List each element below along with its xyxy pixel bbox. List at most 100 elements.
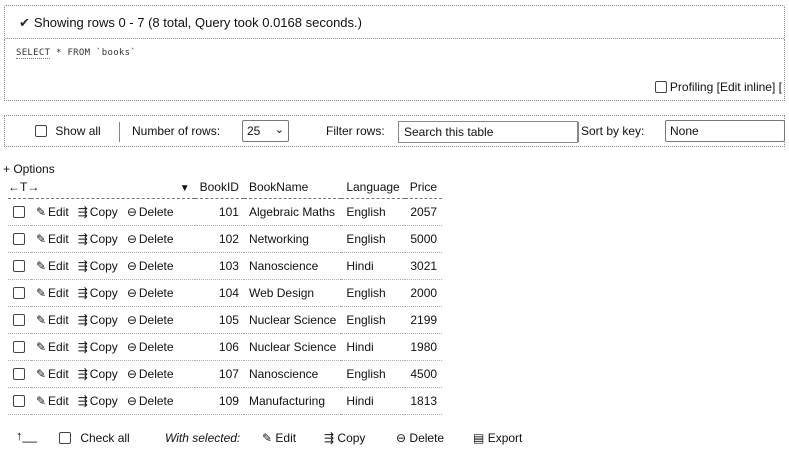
- row-delete-label[interactable]: Delete: [139, 205, 174, 219]
- row-delete-label[interactable]: Delete: [139, 259, 174, 273]
- row-checkbox[interactable]: [13, 205, 25, 218]
- row-copy-button[interactable]: ⇶ Copy: [78, 340, 118, 354]
- edit-inline-link[interactable]: [Edit inline]: [717, 80, 776, 94]
- row-checkbox[interactable]: [13, 340, 25, 353]
- cell-bookname[interactable]: Nanoscience: [243, 252, 342, 280]
- row-delete-button[interactable]: ⊖ Delete: [127, 394, 174, 408]
- sql-select-keyword[interactable]: SELECT: [16, 48, 51, 59]
- row-copy-button[interactable]: ⇶ Copy: [78, 205, 118, 219]
- cell-language[interactable]: English: [341, 306, 405, 334]
- filter-rows-input[interactable]: Search this table: [398, 121, 578, 143]
- row-edit-button[interactable]: ✎ Edit: [36, 340, 69, 354]
- row-copy-button[interactable]: ⇶ Copy: [78, 394, 118, 408]
- show-all-checkbox[interactable]: [35, 125, 47, 137]
- row-copy-label[interactable]: Copy: [90, 205, 118, 219]
- row-delete-button[interactable]: ⊖ Delete: [127, 367, 174, 381]
- cell-bookid[interactable]: 103: [194, 252, 244, 280]
- bulk-delete-button[interactable]: ⊖ Delete: [396, 431, 444, 445]
- options-link[interactable]: + Options: [3, 162, 55, 176]
- check-all-label[interactable]: Check all: [80, 431, 129, 445]
- row-edit-label[interactable]: Edit: [48, 340, 69, 354]
- rows-per-page-select[interactable]: 25 ⌄: [242, 120, 289, 142]
- cell-language[interactable]: Hindi: [341, 252, 405, 280]
- row-edit-label[interactable]: Edit: [48, 367, 69, 381]
- row-checkbox[interactable]: [13, 259, 25, 272]
- show-all-label[interactable]: Show all: [55, 124, 100, 138]
- profiling-checkbox[interactable]: [654, 81, 667, 93]
- cell-language[interactable]: Hindi: [341, 387, 405, 415]
- cell-price[interactable]: 3021: [404, 252, 443, 280]
- row-checkbox[interactable]: [13, 394, 25, 407]
- row-edit-button[interactable]: ✎ Edit: [36, 205, 69, 219]
- row-checkbox[interactable]: [13, 313, 25, 326]
- more-links[interactable]: [: [779, 80, 782, 94]
- bulk-export-button[interactable]: ▤ Export: [473, 431, 522, 445]
- row-copy-button[interactable]: ⇶ Copy: [78, 286, 118, 300]
- row-checkbox[interactable]: [13, 286, 25, 299]
- row-copy-label[interactable]: Copy: [90, 232, 118, 246]
- table-row[interactable]: ✎ Edit ⇶ Copy ⊖ Delete 107 Nanoscience English 45…: [8, 360, 443, 388]
- cell-bookname[interactable]: Algebraic Maths: [243, 198, 342, 226]
- row-edit-button[interactable]: ✎ Edit: [36, 367, 69, 381]
- table-row[interactable]: ✎ Edit ⇶ Copy ⊖ Delete 103 Nanoscience Hindi 3021: [8, 252, 443, 280]
- column-header-price[interactable]: Price: [404, 176, 443, 199]
- row-copy-button[interactable]: ⇶ Copy: [78, 259, 118, 273]
- column-resize-arrows-icon[interactable]: ←T→: [8, 180, 39, 194]
- row-edit-button[interactable]: ✎ Edit: [36, 232, 69, 246]
- cell-price[interactable]: 5000: [404, 225, 443, 253]
- cell-bookname[interactable]: Networking: [243, 225, 342, 253]
- row-copy-label[interactable]: Copy: [90, 367, 118, 381]
- cell-price[interactable]: 1813: [404, 387, 443, 415]
- bulk-delete-label[interactable]: Delete: [409, 431, 444, 445]
- cell-price[interactable]: 4500: [404, 360, 443, 388]
- cell-bookname[interactable]: Nuclear Science: [243, 333, 342, 361]
- table-row[interactable]: ✎ Edit ⇶ Copy ⊖ Delete 105 Nuclear Science Engli…: [8, 306, 443, 334]
- cell-bookname[interactable]: Nuclear Science: [243, 306, 342, 334]
- cell-language[interactable]: English: [341, 198, 405, 226]
- row-delete-button[interactable]: ⊖ Delete: [127, 286, 174, 300]
- bulk-edit-label[interactable]: Edit: [275, 431, 296, 445]
- row-edit-button[interactable]: ✎ Edit: [36, 286, 69, 300]
- cell-bookname[interactable]: Nanoscience: [243, 360, 342, 388]
- sort-arrow-icon[interactable]: ▼: [180, 183, 190, 194]
- cell-bookname[interactable]: Web Design: [243, 279, 342, 307]
- cell-bookid[interactable]: 102: [194, 225, 244, 253]
- table-row[interactable]: ✎ Edit ⇶ Copy ⊖ Delete 106 Nuclear Science Hindi…: [8, 333, 443, 361]
- cell-language[interactable]: English: [341, 360, 405, 388]
- cell-bookid[interactable]: 101: [194, 198, 244, 226]
- row-edit-button[interactable]: ✎ Edit: [36, 394, 69, 408]
- row-copy-label[interactable]: Copy: [90, 286, 118, 300]
- row-delete-label[interactable]: Delete: [139, 232, 174, 246]
- table-row[interactable]: ✎ Edit ⇶ Copy ⊖ Delete 101 Algebraic Maths Engli…: [8, 198, 443, 226]
- row-delete-label[interactable]: Delete: [139, 340, 174, 354]
- row-delete-button[interactable]: ⊖ Delete: [127, 232, 174, 246]
- cell-language[interactable]: Hindi: [341, 333, 405, 361]
- cell-language[interactable]: English: [341, 279, 405, 307]
- column-header-bookname[interactable]: BookName: [243, 176, 342, 199]
- row-copy-label[interactable]: Copy: [90, 394, 118, 408]
- row-delete-button[interactable]: ⊖ Delete: [127, 313, 174, 327]
- column-header-bookid[interactable]: BookID: [194, 176, 244, 199]
- check-all-control[interactable]: Check all: [59, 431, 130, 445]
- row-checkbox[interactable]: [13, 232, 25, 245]
- bulk-copy-button[interactable]: ⇶ Copy: [324, 431, 365, 445]
- cell-price[interactable]: 1980: [404, 333, 443, 361]
- row-checkbox[interactable]: [13, 367, 25, 380]
- row-edit-label[interactable]: Edit: [48, 313, 69, 327]
- row-delete-label[interactable]: Delete: [139, 286, 174, 300]
- row-copy-label[interactable]: Copy: [90, 259, 118, 273]
- cell-bookid[interactable]: 104: [194, 279, 244, 307]
- row-copy-label[interactable]: Copy: [90, 340, 118, 354]
- row-delete-button[interactable]: ⊖ Delete: [127, 259, 174, 273]
- row-edit-label[interactable]: Edit: [48, 205, 69, 219]
- row-delete-button[interactable]: ⊖ Delete: [127, 205, 174, 219]
- check-all-checkbox[interactable]: [59, 432, 71, 444]
- row-delete-label[interactable]: Delete: [139, 394, 174, 408]
- cell-bookid[interactable]: 107: [194, 360, 244, 388]
- table-row[interactable]: ✎ Edit ⇶ Copy ⊖ Delete 104 Web Design English 200…: [8, 279, 443, 307]
- row-edit-button[interactable]: ✎ Edit: [36, 313, 69, 327]
- row-edit-label[interactable]: Edit: [48, 259, 69, 273]
- row-edit-button[interactable]: ✎ Edit: [36, 259, 69, 273]
- cell-bookid[interactable]: 109: [194, 387, 244, 415]
- cell-bookid[interactable]: 106: [194, 333, 244, 361]
